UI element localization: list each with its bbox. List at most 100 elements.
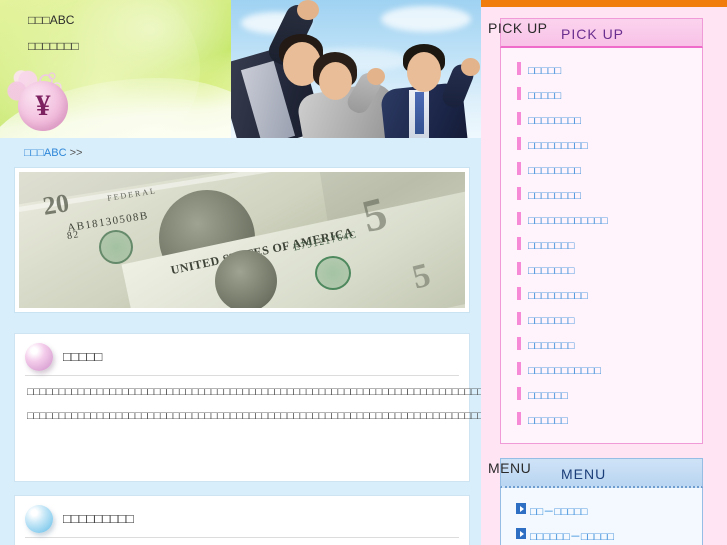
section-1-title: □□□□□ <box>63 349 103 364</box>
pickup-list-item[interactable]: □□□□□□□□□□□ <box>501 358 702 383</box>
pink-bar-icon <box>517 112 521 125</box>
yen-logo[interactable]: ¥ <box>6 69 68 131</box>
pickup-link[interactable]: □□□□□□□□ <box>528 190 581 202</box>
arrow-right-icon <box>516 528 526 539</box>
pickup-list-item[interactable]: □□□□□□□ <box>501 333 702 358</box>
serial-number-2: 82 <box>66 229 81 242</box>
menu-list-item[interactable]: □□□□□□－□□□□□ <box>501 523 702 545</box>
left-column: □□□ABC □□□□□□□ ¥ □□□ABC >> AB18130508B 8… <box>0 0 481 545</box>
breadcrumb: □□□ABC >> <box>0 138 481 166</box>
pink-circle-icon <box>25 343 53 371</box>
pickup-list-item[interactable]: □□□□□□ <box>501 408 702 433</box>
pickup-list-item[interactable]: □□□□□□□ <box>501 233 702 258</box>
paragraph: □□□□□□□□□□□□□□□□□□□□□□□□□□□□□□□□□□□□□□□□… <box>27 409 481 422</box>
yen-symbol: ¥ <box>35 89 51 122</box>
denomination-20: 20 <box>40 188 72 221</box>
pink-bar-icon <box>517 337 521 350</box>
pickup-link[interactable]: □□□□□□□ <box>528 315 575 327</box>
banner-people-photo <box>231 0 481 138</box>
menu-panel-body: □□－□□□□□ □□□□□□－□□□□□ <box>500 488 703 545</box>
pink-bar-icon <box>517 187 521 200</box>
pickup-link[interactable]: □□□□□□□ <box>528 240 575 252</box>
paragraph: □□□□□□□□□□□□□□□□□□□□□□□□□□□□□□□□□□□□□□□□… <box>27 386 481 398</box>
pickup-label-inner: PICK UP <box>561 26 625 42</box>
pickup-list-item[interactable]: □□□□□ <box>501 58 702 83</box>
raised-fist <box>297 0 319 20</box>
breadcrumb-separator: >> <box>69 147 83 159</box>
menu-label-inner: MENU <box>561 466 607 482</box>
dollar-bills-photo: AB18130508B 82 FEDERAL 20 UNITED STATES … <box>19 172 465 308</box>
hero-image-frame: AB18130508B 82 FEDERAL 20 UNITED STATES … <box>14 167 470 313</box>
raised-fist <box>461 58 480 76</box>
pink-bar-icon <box>517 137 521 150</box>
pink-bar-icon <box>517 237 521 250</box>
pickup-link[interactable]: □□□□□□□□ <box>528 165 581 177</box>
pink-bar-icon <box>517 362 521 375</box>
pickup-list-item[interactable]: □□□□□□□□ <box>501 108 702 133</box>
pickup-link[interactable]: □□□□□ <box>528 65 561 77</box>
pickup-link[interactable]: □□□□□□□□□ <box>528 290 588 302</box>
yen-logo-ball: ¥ <box>18 81 68 131</box>
necktie <box>415 92 424 134</box>
right-sidebar: PICK UP PICK UP □□□□□ □□□□□ □□□□□□□□ □□□… <box>481 0 727 545</box>
menu-link[interactable]: □□□□□□－□□□□□ <box>530 528 614 544</box>
pickup-list-item[interactable]: □□□□□□ <box>501 383 702 408</box>
pickup-link[interactable]: □□□□□□□□□□□□ <box>528 215 608 227</box>
pickup-panel-header: PICK UP PICK UP <box>488 18 703 48</box>
pink-bar-icon <box>517 212 521 225</box>
section-1-header: □□□□□ <box>25 340 459 376</box>
section-2-body: □□□□□□□□□□□□□□□□□□□□□□□□□□□□□□□□□□□□□□□□… <box>15 538 469 545</box>
site-subtitle: □□□□□□□ <box>28 39 79 53</box>
pink-bar-icon <box>517 87 521 100</box>
pickup-panel: PICK UP PICK UP □□□□□ □□□□□ □□□□□□□□ □□□… <box>488 18 703 444</box>
head <box>407 52 441 92</box>
pickup-link[interactable]: □□□□□□□ <box>528 340 575 352</box>
pickup-list-item[interactable]: □□□□□□□□ <box>501 158 702 183</box>
blue-circle-icon <box>25 505 53 533</box>
menu-panel-header: MENU MENU <box>488 458 703 488</box>
section-2-title: □□□□□□□□□ <box>63 511 134 526</box>
head <box>319 62 352 100</box>
menu-panel: MENU MENU □□－□□□□□ □□□□□□－□□□□□ <box>488 458 703 545</box>
pickup-list-item[interactable]: □□□□□□□□ <box>501 183 702 208</box>
pickup-list-item[interactable]: □□□□□□□ <box>501 258 702 283</box>
pickup-link[interactable]: □□□□□□□□ <box>528 115 581 127</box>
cloud-shape <box>381 6 471 32</box>
section-1-body: □□□□□□□□□□□□□□□□□□□□□□□□□□□□□□□□□□□□□□□□… <box>15 376 481 423</box>
content-section-1: □□□□□ □□□□□□□□□□□□□□□□□□□□□□□□□□□□□□□□□□… <box>14 333 481 482</box>
menu-link[interactable]: □□－□□□□□ <box>530 503 588 519</box>
pickup-label-outer: PICK UP <box>488 20 548 36</box>
pink-bar-icon <box>517 162 521 175</box>
pickup-link[interactable]: □□□□□□□ <box>528 265 575 277</box>
content-section-2: □□□□□□□□□ □□□□□□□□□□□□□□□□□□□□□□□□□□□□□□… <box>14 495 470 545</box>
pink-bar-icon <box>517 387 521 400</box>
menu-list-item[interactable]: □□－□□□□□ <box>501 498 702 523</box>
menu-label-outer: MENU <box>488 460 532 476</box>
pickup-list-item[interactable]: □□□□□ <box>501 83 702 108</box>
pickup-list-item[interactable]: □□□□□□□ <box>501 308 702 333</box>
portrait-lincoln <box>215 250 277 308</box>
pink-bar-icon <box>517 412 521 425</box>
treasury-seal <box>315 256 351 290</box>
orange-top-bar <box>481 0 727 7</box>
pickup-list-item[interactable]: □□□□□□□□□□□□ <box>501 208 702 233</box>
pickup-link[interactable]: □□□□□ <box>528 90 561 102</box>
arrow-right-icon <box>516 503 526 514</box>
person-right <box>379 44 481 138</box>
pickup-link[interactable]: □□□□□□ <box>528 390 568 402</box>
pink-bar-icon <box>517 312 521 325</box>
section-2-header: □□□□□□□□□ <box>25 502 459 538</box>
pickup-list-item[interactable]: □□□□□□□□□ <box>501 283 702 308</box>
pink-bar-icon <box>517 262 521 275</box>
pickup-link[interactable]: □□□□□□□□□ <box>528 140 588 152</box>
pickup-list-item[interactable]: □□□□□□□□□ <box>501 133 702 158</box>
pink-bar-icon <box>517 62 521 75</box>
breadcrumb-home-link[interactable]: □□□ABC <box>24 147 67 159</box>
site-title: □□□ABC <box>28 13 75 27</box>
page-root: □□□ABC □□□□□□□ ¥ □□□ABC >> AB18130508B 8… <box>0 0 727 545</box>
pickup-link[interactable]: □□□□□□□□□□□ <box>528 365 601 377</box>
pickup-link[interactable]: □□□□□□ <box>528 415 568 427</box>
site-header-banner: □□□ABC □□□□□□□ ¥ <box>0 0 481 138</box>
pink-bar-icon <box>517 287 521 300</box>
treasury-seal <box>99 230 133 264</box>
